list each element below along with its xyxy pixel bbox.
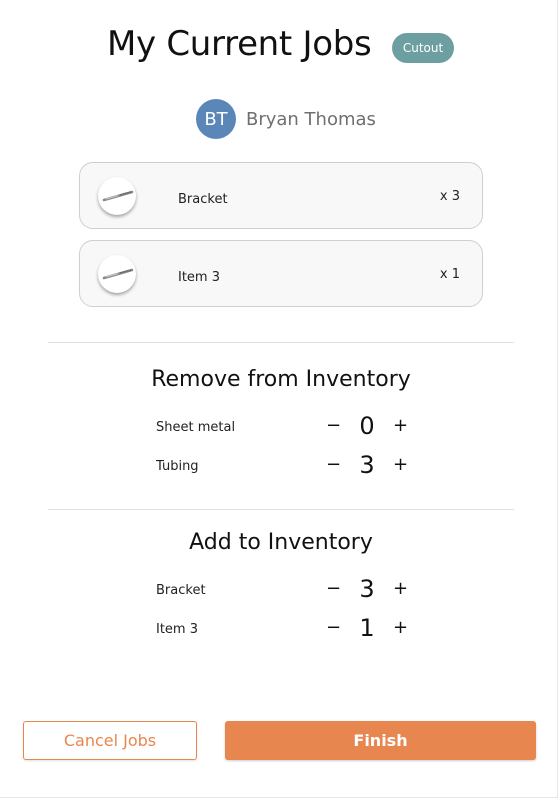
decrement-button[interactable]: −	[326, 617, 341, 638]
status-badge: Cutout	[392, 33, 454, 63]
increment-button[interactable]: +	[393, 415, 408, 436]
job-quantity: x 1	[439, 267, 460, 282]
remove-row-sheet-metal: Sheet metal − 0 +	[156, 412, 416, 442]
inventory-label: Item 3	[156, 622, 198, 637]
user-info: BT Bryan Thomas	[196, 99, 376, 139]
divider	[48, 509, 514, 510]
decrement-button[interactable]: −	[326, 454, 341, 475]
job-card-item-3[interactable]: Item 3 x 1	[79, 240, 483, 307]
remove-row-tubing: Tubing − 3 +	[156, 451, 416, 481]
avatar: BT	[196, 99, 236, 139]
quantity-value: 3	[359, 451, 375, 479]
increment-button[interactable]: +	[393, 578, 408, 599]
inventory-label: Bracket	[156, 583, 206, 598]
quantity-value: 1	[359, 614, 375, 642]
job-name: Bracket	[178, 192, 228, 207]
drill-bit-icon	[98, 177, 136, 215]
page-title: My Current Jobs	[107, 24, 372, 64]
inventory-label: Tubing	[156, 459, 199, 474]
job-quantity: x 3	[439, 189, 460, 204]
add-row-bracket: Bracket − 3 +	[156, 575, 416, 605]
decrement-button[interactable]: −	[326, 415, 341, 436]
job-name: Item 3	[178, 270, 220, 285]
job-card-bracket[interactable]: Bracket x 3	[79, 162, 483, 229]
add-section-title: Add to Inventory	[189, 530, 373, 555]
cancel-jobs-button[interactable]: Cancel Jobs	[23, 721, 197, 760]
decrement-button[interactable]: −	[326, 578, 341, 599]
finish-button[interactable]: Finish	[225, 721, 536, 760]
increment-button[interactable]: +	[393, 454, 408, 475]
user-name: Bryan Thomas	[246, 108, 376, 130]
divider	[48, 342, 514, 343]
header: My Current Jobs Cutout	[0, 24, 560, 72]
increment-button[interactable]: +	[393, 617, 408, 638]
remove-section-title: Remove from Inventory	[151, 367, 411, 392]
quantity-value: 3	[359, 575, 375, 603]
quantity-value: 0	[359, 412, 375, 440]
inventory-label: Sheet metal	[156, 420, 236, 435]
drill-bit-icon	[98, 255, 136, 293]
add-row-item-3: Item 3 − 1 +	[156, 614, 416, 644]
